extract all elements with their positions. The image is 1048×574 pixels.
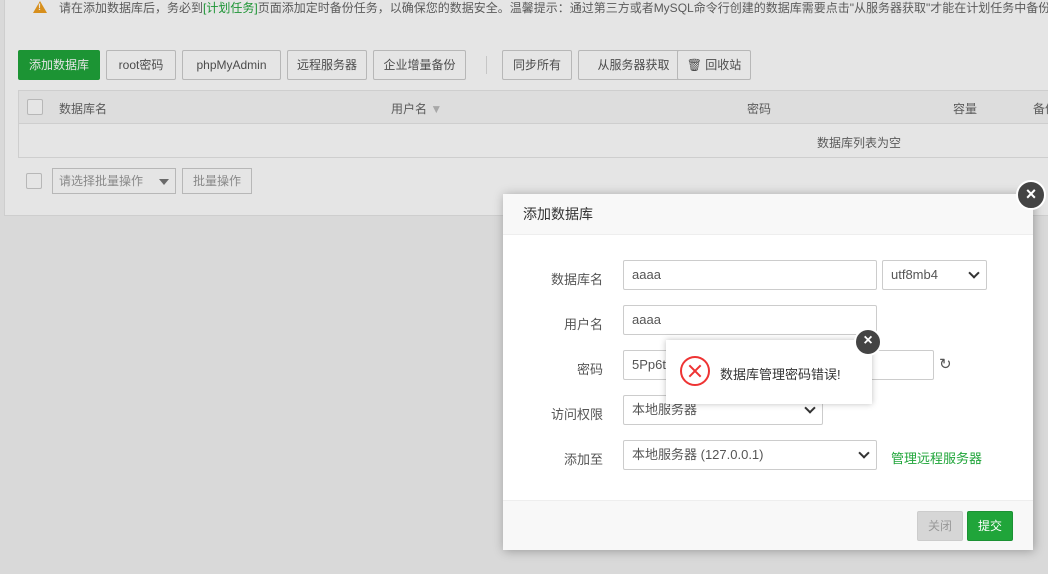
label-db-name: 数据库名 (550, 272, 603, 287)
close-button[interactable]: 关闭 (917, 511, 963, 541)
dialog-title: 添加数据库 (503, 194, 1033, 235)
manage-remote-server-link[interactable]: 管理远程服务器 (891, 448, 982, 467)
chevron-down-icon (968, 267, 980, 279)
add-to-select[interactable]: 本地服务器 (127.0.0.1) (623, 440, 877, 470)
username-input[interactable]: aaaa (623, 305, 877, 335)
db-name-input[interactable]: aaaa (623, 260, 877, 290)
chevron-down-icon (804, 402, 816, 414)
add-to-value: 本地服务器 (127.0.0.1) (632, 447, 764, 462)
error-toast: 数据库管理密码错误! (666, 340, 872, 404)
charset-select[interactable]: utf8mb4 (882, 260, 987, 290)
access-value: 本地服务器 (632, 402, 698, 417)
label-username: 用户名 (563, 317, 603, 332)
label-add-to: 添加至 (563, 452, 603, 467)
label-access: 访问权限 (550, 407, 603, 422)
dialog-footer: 关闭 提交 (503, 500, 1033, 550)
toast-close-icon[interactable]: × (854, 328, 882, 356)
refresh-password-icon[interactable]: ↻ (939, 355, 952, 373)
dialog-close-icon[interactable]: × (1016, 180, 1046, 210)
error-x-icon (680, 356, 710, 386)
label-password: 密码 (576, 362, 603, 377)
chevron-down-icon (858, 447, 870, 459)
charset-value: utf8mb4 (891, 267, 938, 282)
error-message: 数据库管理密码错误! (720, 367, 841, 382)
submit-button[interactable]: 提交 (967, 511, 1013, 541)
